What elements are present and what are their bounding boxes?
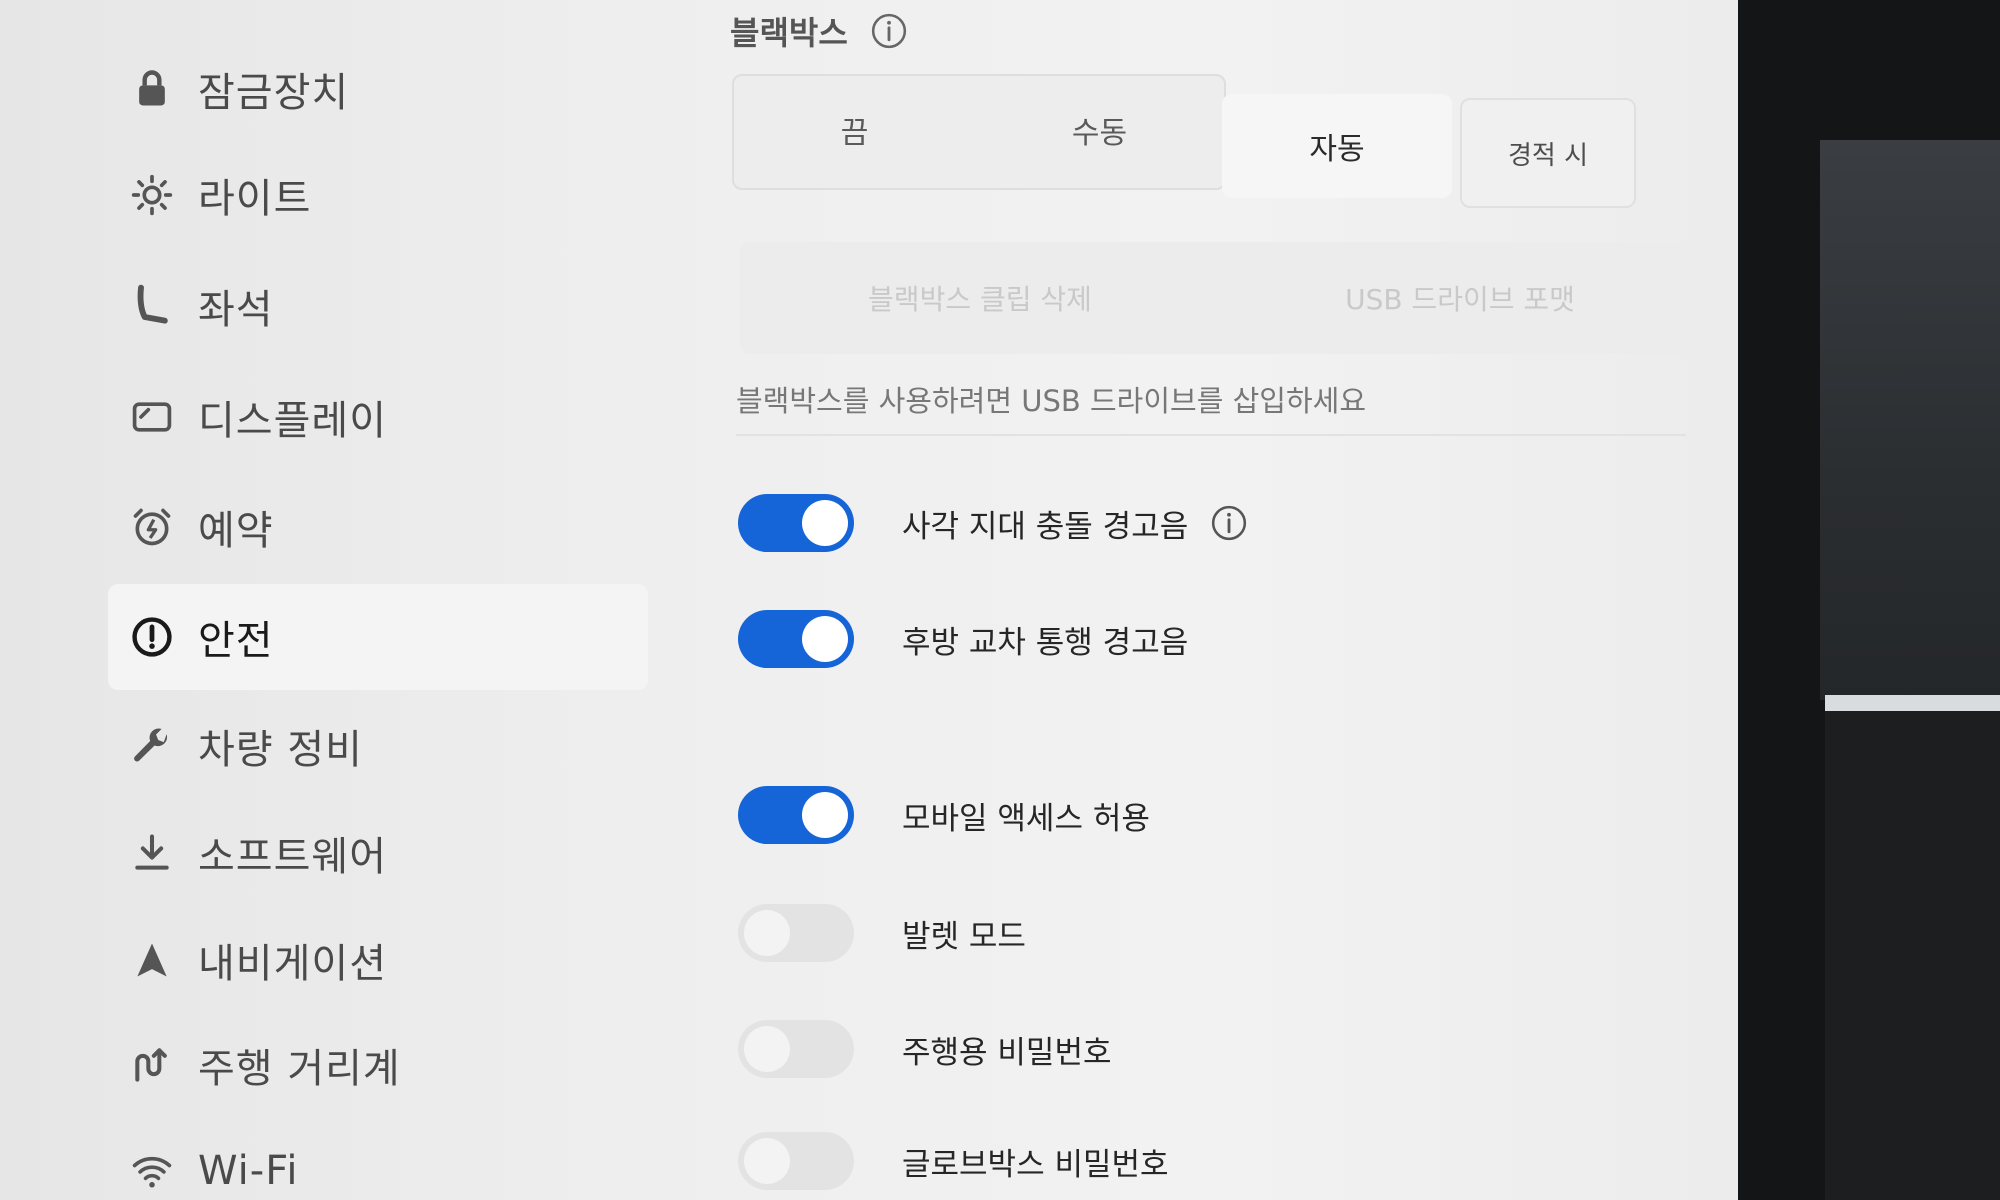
dashcam-option-off[interactable]: 끔: [732, 74, 977, 186]
sidebar-item-navigation[interactable]: 내비게이션: [108, 907, 648, 1013]
glovebox-pin-toggle[interactable]: [738, 1132, 854, 1190]
sidebar-item-label: 좌석: [198, 287, 274, 333]
wifi-icon: [108, 1141, 198, 1200]
dashcam-header: 블랙박스: [730, 8, 908, 54]
usb-hint: 블랙박스를 사용하려면 USB 드라이브를 삽입하세요: [736, 384, 1367, 418]
toggle-row-glovebox-pin: 글로브박스 비밀번호: [738, 1132, 1169, 1190]
sidebar-item-label: 잠금장치: [198, 70, 350, 116]
trip-icon: [108, 1035, 198, 1095]
toggle-label: 후방 교차 통행 경고음: [902, 624, 1189, 661]
sidebar: 잠금장치 라이트 좌석 디스플레이 예약 안전 차량 정비 소프트웨어 내비게이…: [0, 0, 660, 1200]
toggle-knob: [744, 910, 790, 956]
format-usb-button[interactable]: USB 드라이브 포맷: [1220, 242, 1700, 354]
settings-panel: 블랙박스 끔 수동 자동 경적 시 블랙박스 클립 삭제 USB 드라이브 포맷…: [700, 0, 1700, 1200]
sidebar-item-safety[interactable]: 안전: [108, 584, 648, 690]
background-glare: [1820, 140, 2000, 700]
dashcam-actions: 블랙박스 클립 삭제 USB 드라이브 포맷: [740, 242, 1700, 354]
sidebar-item-service[interactable]: 차량 정비: [108, 693, 648, 799]
alarm-clock-icon: [108, 497, 198, 557]
sidebar-item-schedule[interactable]: 예약: [108, 474, 648, 580]
toggle-knob: [802, 500, 848, 546]
sidebar-item-label: 디스플레이: [198, 398, 387, 444]
alert-circle-icon: [108, 607, 198, 667]
valet-mode-toggle[interactable]: [738, 904, 854, 962]
toggle-label: 글로브박스 비밀번호: [902, 1146, 1169, 1183]
toggle-row-valet-mode: 발렛 모드: [738, 904, 1026, 962]
mobile-access-toggle[interactable]: [738, 786, 854, 844]
sidebar-item-lights[interactable]: 라이트: [108, 142, 648, 248]
dashcam-option-manual[interactable]: 수동: [977, 74, 1222, 186]
sidebar-item-label: 예약: [198, 508, 274, 554]
divider: [736, 434, 1686, 436]
sidebar-item-display[interactable]: 디스플레이: [108, 364, 648, 470]
seat-icon: [108, 276, 198, 336]
display-icon: [108, 387, 198, 447]
sidebar-item-locks[interactable]: 잠금장치: [108, 36, 648, 142]
dashcam-mode-selector: 끔 수동 자동 경적 시: [732, 74, 1732, 208]
sidebar-item-label: Wi-Fi: [198, 1148, 299, 1194]
toggle-label: 발렛 모드: [902, 918, 1026, 955]
screen: 잠금장치 라이트 좌석 디스플레이 예약 안전 차량 정비 소프트웨어 내비게이…: [0, 0, 1738, 1200]
sidebar-item-seats[interactable]: 좌석: [108, 253, 648, 359]
toggle-knob: [802, 616, 848, 662]
toggle-knob: [744, 1138, 790, 1184]
wrench-icon: [108, 716, 198, 776]
toggle-knob: [802, 792, 848, 838]
background-edge: [1825, 695, 2000, 711]
info-icon[interactable]: [1210, 504, 1248, 542]
toggle-row-blind-spot: 사각 지대 충돌 경고음: [738, 494, 1248, 552]
info-icon[interactable]: [870, 12, 908, 50]
toggle-row-rear-cross-traffic: 후방 교차 통행 경고음: [738, 610, 1188, 668]
sidebar-item-label: 차량 정비: [198, 727, 363, 773]
blind-spot-chime-toggle[interactable]: [738, 494, 854, 552]
sidebar-item-label: 안전: [198, 618, 274, 664]
background-dark: [1825, 711, 2000, 1200]
sidebar-item-wifi[interactable]: Wi-Fi: [108, 1118, 648, 1200]
toggle-knob: [744, 1026, 790, 1072]
toggle-label: 사각 지대 충돌 경고음: [902, 508, 1189, 545]
rear-cross-traffic-chime-toggle[interactable]: [738, 610, 854, 668]
dashcam-option-on-honk[interactable]: 경적 시: [1460, 98, 1636, 208]
sidebar-item-software[interactable]: 소프트웨어: [108, 800, 648, 906]
navigation-arrow-icon: [108, 930, 198, 990]
dashcam-option-auto[interactable]: 자동: [1222, 94, 1452, 198]
pin-to-drive-toggle[interactable]: [738, 1020, 854, 1078]
sidebar-item-trips[interactable]: 주행 거리계: [108, 1012, 648, 1118]
sidebar-item-label: 주행 거리계: [198, 1046, 401, 1092]
download-icon: [108, 823, 198, 883]
lock-icon: [108, 59, 198, 119]
sidebar-item-label: 소프트웨어: [198, 834, 387, 880]
sidebar-item-label: 내비게이션: [198, 941, 387, 987]
toggle-label: 모바일 액세스 허용: [902, 800, 1150, 837]
toggle-label: 주행용 비밀번호: [902, 1034, 1112, 1071]
toggle-row-pin-to-drive: 주행용 비밀번호: [738, 1020, 1112, 1078]
delete-clips-button[interactable]: 블랙박스 클립 삭제: [740, 242, 1220, 354]
light-icon: [108, 165, 198, 225]
toggle-row-mobile-access: 모바일 액세스 허용: [738, 786, 1150, 844]
sidebar-item-label: 라이트: [198, 176, 312, 222]
dashcam-title: 블랙박스: [730, 14, 848, 52]
